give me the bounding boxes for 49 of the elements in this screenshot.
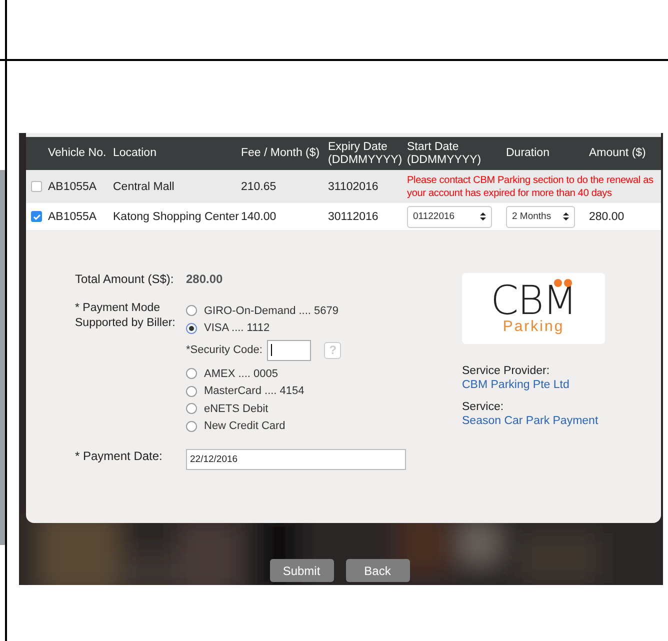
service-provider-name: CBM Parking Pte Ltd (462, 378, 570, 392)
service-label: Service: (462, 400, 505, 414)
column-header: Amount ($) (589, 147, 647, 160)
caret-icon (480, 212, 486, 221)
form-button[interactable]: Submit (270, 559, 334, 582)
radio-button[interactable] (186, 322, 197, 334)
column-header: Location (113, 147, 158, 160)
payment-option-label: New Credit Card (204, 420, 286, 432)
service-provider-label: Service Provider: (462, 364, 551, 378)
radio-button[interactable] (186, 403, 197, 414)
form-button[interactable]: Back (346, 559, 410, 582)
column-header: Vehicle No. (48, 147, 108, 160)
location-cell-text: Katong Shopping Center (113, 210, 240, 222)
column-header: Start Date (DDMMYYYY) (407, 140, 479, 166)
payment-option-label: GIRO-On-Demand .... 5679 (204, 304, 338, 317)
radio-button[interactable] (186, 386, 197, 397)
column-header: Duration (506, 147, 550, 160)
radio-button[interactable] (186, 420, 197, 432)
radio-button[interactable] (186, 305, 197, 316)
payment-mode-label: * Payment Mode Supported by Biller: (75, 301, 176, 331)
service-name: Season Car Park Payment (462, 414, 600, 428)
duration-select[interactable]: 2 Months (506, 206, 575, 228)
payment-option-label: MasterCard .... 4154 (204, 385, 304, 398)
start-date-select[interactable]: 01122016 (407, 206, 492, 228)
location-cell-text: Central Mall (113, 180, 176, 192)
payment-option-label: eNETS Debit (204, 402, 268, 415)
expiry-date-cell-text: 30112016 (328, 210, 380, 222)
payment-date-label: * Payment Date: (75, 449, 164, 465)
security-code-label: *Security Code: (186, 344, 262, 356)
caret-icon (563, 212, 569, 221)
vehicle-number: AB1055A (48, 210, 98, 222)
security-code-field[interactable] (267, 340, 312, 360)
row-checkbox[interactable] (31, 181, 42, 192)
column-header: Fee / Month ($) (241, 147, 321, 160)
vehicle-number: AB1055A (48, 180, 98, 192)
row-checkbox[interactable] (31, 211, 42, 222)
company-logo: CBM Parking (462, 273, 605, 344)
payment-option-label: VISA .... 1112 (204, 322, 270, 334)
total-amount: 280.00 (186, 272, 224, 287)
fee-cell-text: 140.00 (241, 210, 278, 222)
fee-cell-text: 210.65 (241, 180, 278, 192)
amount-cell-text: 280.00 (589, 210, 626, 222)
total-amount-label: Total Amount (S$): (75, 272, 175, 287)
payment-date-field[interactable]: 22/12/2016 (186, 449, 406, 470)
renewal-notice: Please contact CBM Parking section to do the renewal as your account has expired for more than 40 days (407, 174, 654, 200)
expiry-date-cell-text: 31102016 (328, 180, 380, 192)
radio-button[interactable] (186, 368, 197, 380)
payment-option-label: AMEX .... 0005 (204, 368, 278, 380)
column-header: Expiry Date (DDMMYYYY) (328, 140, 400, 166)
